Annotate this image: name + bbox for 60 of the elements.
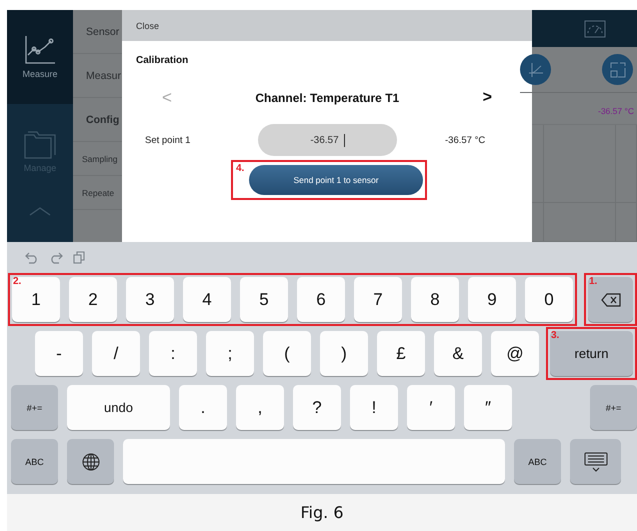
folder-icon bbox=[24, 131, 56, 159]
send-button[interactable]: Send point 1 to sensor bbox=[249, 165, 423, 195]
hide-keyboard-key[interactable] bbox=[570, 439, 621, 484]
key[interactable]: ? bbox=[293, 385, 341, 430]
key[interactable]: #+= bbox=[11, 385, 58, 430]
backspace-icon bbox=[600, 292, 620, 306]
key[interactable]: #+= bbox=[590, 385, 637, 430]
key[interactable]: 7 bbox=[354, 277, 402, 322]
key[interactable]: £ bbox=[377, 331, 425, 376]
gauge-icon bbox=[584, 20, 606, 38]
annotation-label: 4. bbox=[236, 163, 244, 174]
annotation-label: 1. bbox=[589, 276, 598, 287]
set-point-reading: -36.57 °C bbox=[445, 134, 486, 146]
figure-caption: Fig. 6 bbox=[300, 503, 344, 522]
undo-icon[interactable] bbox=[25, 252, 39, 264]
key[interactable]: 3 bbox=[126, 277, 174, 322]
key[interactable]: , bbox=[236, 385, 284, 430]
redo-icon[interactable] bbox=[49, 252, 63, 264]
key[interactable]: @ bbox=[491, 331, 539, 376]
layout-icon bbox=[610, 62, 626, 78]
key[interactable]: 0 bbox=[525, 277, 573, 322]
key[interactable]: ! bbox=[350, 385, 398, 430]
key[interactable]: ′ bbox=[407, 385, 455, 430]
nav-item[interactable]: Measure bbox=[7, 10, 73, 104]
paste-icon[interactable] bbox=[73, 251, 85, 264]
hide-keyboard-icon bbox=[584, 452, 608, 472]
line-chart-icon bbox=[24, 35, 56, 65]
key[interactable]: ABC bbox=[514, 439, 561, 484]
axis-button[interactable] bbox=[520, 54, 551, 85]
close-link[interactable]: Close bbox=[136, 20, 160, 30]
key[interactable]: undo bbox=[67, 385, 170, 430]
key[interactable]: 4 bbox=[183, 277, 231, 322]
live-reading: -36.57 °C bbox=[598, 106, 634, 116]
key[interactable]: ; bbox=[206, 331, 254, 376]
key[interactable]: 2 bbox=[69, 277, 117, 322]
key[interactable]: / bbox=[92, 331, 140, 376]
annotation-label: 2. bbox=[13, 276, 22, 287]
key[interactable]: ( bbox=[263, 331, 311, 376]
globe-key[interactable] bbox=[67, 439, 114, 484]
key[interactable]: & bbox=[434, 331, 482, 376]
key[interactable]: ″ bbox=[464, 385, 512, 430]
key[interactable]: : bbox=[149, 331, 197, 376]
dialog-title: Calibration bbox=[136, 55, 190, 66]
set-point-label: Set point 1 bbox=[145, 134, 192, 146]
next-channel-button[interactable]: > bbox=[482, 89, 492, 107]
key[interactable]: ABC bbox=[11, 439, 58, 484]
key[interactable]: 8 bbox=[411, 277, 459, 322]
layout-button[interactable] bbox=[602, 54, 633, 85]
key[interactable]: 9 bbox=[468, 277, 516, 322]
annotation-label: 3. bbox=[551, 330, 560, 341]
key[interactable]: . bbox=[179, 385, 227, 430]
axis-icon bbox=[528, 62, 544, 78]
key[interactable]: - bbox=[35, 331, 83, 376]
chevron-up-icon bbox=[29, 206, 51, 216]
key[interactable]: 6 bbox=[297, 277, 345, 322]
key[interactable]: ) bbox=[320, 331, 368, 376]
globe-icon bbox=[82, 452, 100, 470]
key[interactable]: 5 bbox=[240, 277, 288, 322]
set-point-field[interactable]: -36.57 bbox=[258, 124, 397, 156]
channel-title: Channel: Temperature T1 bbox=[255, 91, 400, 105]
